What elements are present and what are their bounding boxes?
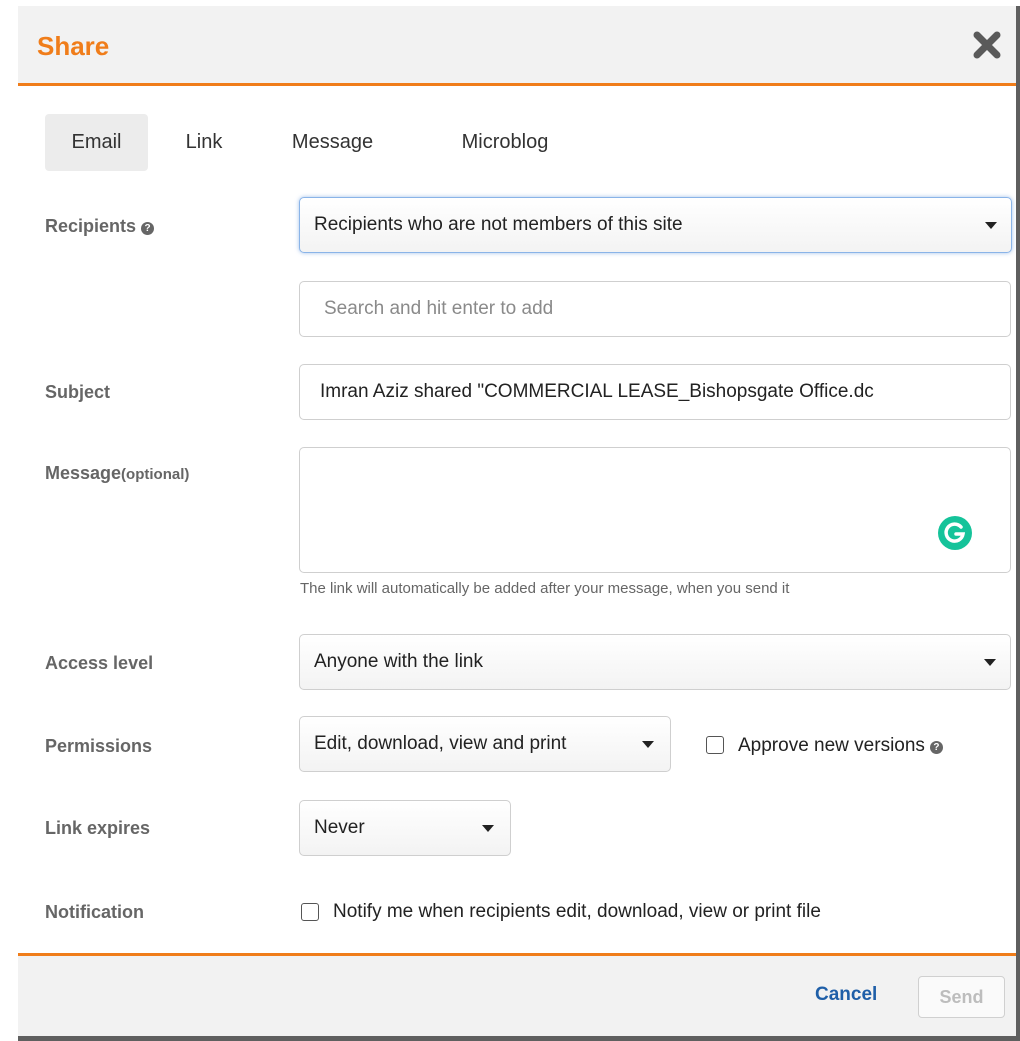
- dialog-header: Share: [18, 6, 1016, 86]
- notify-checkbox-label: Notify me when recipients edit, download…: [333, 901, 821, 922]
- notify-checkbox[interactable]: [301, 903, 319, 921]
- subject-input[interactable]: Imran Aziz shared "COMMERCIAL LEASE_Bish…: [299, 364, 1011, 420]
- share-dialog: Share Email Link Message Microblog Recip…: [0, 0, 1020, 1041]
- link-expires-select[interactable]: Never: [299, 800, 511, 856]
- recipients-label-text: Recipients: [45, 216, 137, 236]
- recipients-select-value: Recipients who are not members of this s…: [314, 214, 683, 235]
- dialog-bottom-edge: [18, 1036, 1016, 1041]
- chevron-down-icon: [985, 222, 997, 229]
- tab-email[interactable]: Email: [45, 114, 148, 171]
- chevron-down-icon: [642, 741, 654, 748]
- message-textarea[interactable]: [299, 447, 1011, 573]
- permissions-select[interactable]: Edit, download, view and print: [299, 716, 671, 772]
- close-button[interactable]: [970, 28, 1004, 62]
- message-label-text: Message: [45, 463, 122, 483]
- recipients-search-input[interactable]: Search and hit enter to add: [299, 281, 1011, 337]
- send-button[interactable]: Send: [918, 976, 1005, 1018]
- permissions-value: Edit, download, view and print: [314, 733, 567, 754]
- help-icon[interactable]: ?: [929, 741, 943, 754]
- subject-label: Subject: [45, 382, 111, 402]
- message-hint: The link will automatically be added aft…: [300, 580, 790, 597]
- link-expires-label: Link expires: [45, 818, 151, 838]
- message-label-optional: (optional): [121, 466, 190, 483]
- access-level-value: Anyone with the link: [314, 651, 483, 672]
- approve-versions-label: Approve new versions?: [738, 735, 943, 757]
- tab-link[interactable]: Link: [168, 114, 240, 171]
- chevron-down-icon: [984, 659, 996, 666]
- help-icon[interactable]: ?: [141, 222, 155, 235]
- tab-message[interactable]: Message: [275, 114, 390, 171]
- link-expires-value: Never: [314, 817, 365, 838]
- dialog-right-edge: [1016, 6, 1020, 1041]
- permissions-label: Permissions: [45, 736, 153, 756]
- access-level-label: Access level: [45, 653, 154, 673]
- recipients-label: Recipients?: [45, 216, 155, 237]
- grammarly-icon[interactable]: [937, 515, 973, 551]
- dialog-title: Share: [37, 31, 110, 61]
- dialog-footer: Cancel Send: [18, 953, 1016, 1038]
- recipients-search-placeholder: Search and hit enter to add: [324, 298, 554, 319]
- close-icon: [973, 31, 1001, 59]
- notification-label: Notification: [45, 902, 144, 922]
- access-level-select[interactable]: Anyone with the link: [299, 634, 1011, 690]
- cancel-button[interactable]: Cancel: [815, 984, 877, 1006]
- message-label: Message(optional): [45, 463, 189, 484]
- chevron-down-icon: [482, 825, 494, 832]
- subject-value: Imran Aziz shared "COMMERCIAL LEASE_Bish…: [320, 381, 874, 402]
- tab-microblog[interactable]: Microblog: [435, 114, 575, 171]
- recipients-select[interactable]: Recipients who are not members of this s…: [299, 197, 1012, 253]
- approve-versions-text: Approve new versions: [738, 735, 925, 756]
- approve-versions-checkbox[interactable]: [706, 736, 724, 754]
